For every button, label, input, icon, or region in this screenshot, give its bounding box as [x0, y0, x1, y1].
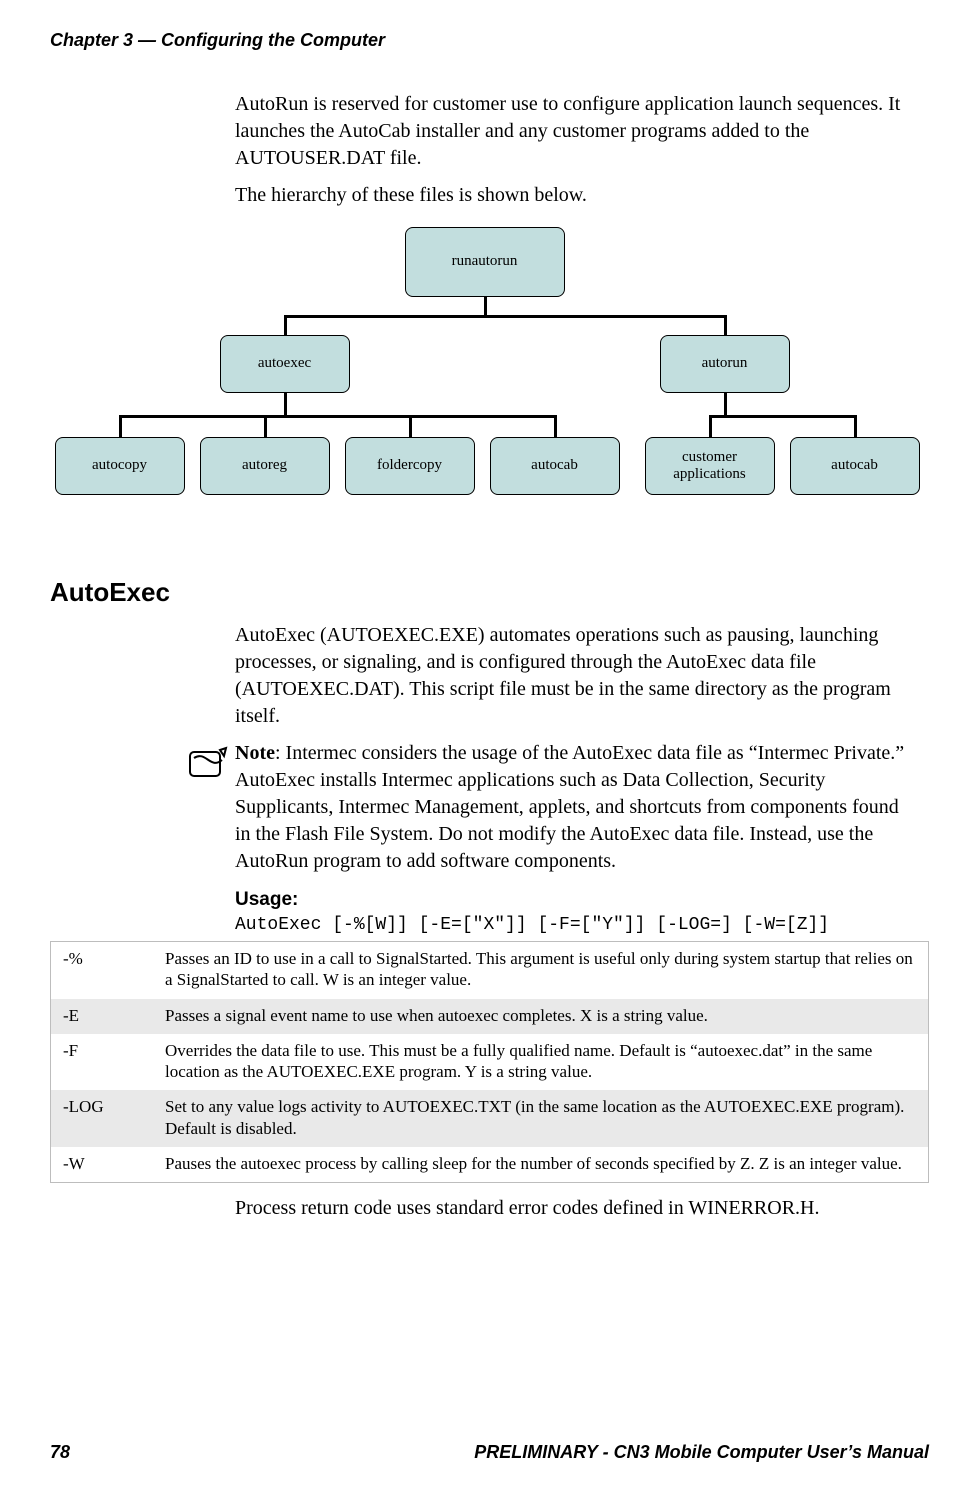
- param-desc: Passes an ID to use in a call to SignalS…: [153, 942, 929, 999]
- param-desc: Overrides the data file to use. This mus…: [153, 1034, 929, 1091]
- section-heading-autoexec: AutoExec: [50, 577, 929, 608]
- note-icon: [180, 740, 235, 780]
- node-autocopy: autocopy: [55, 437, 185, 495]
- table-row: -% Passes an ID to use in a call to Sign…: [51, 942, 929, 999]
- node-label: autocopy: [92, 457, 147, 474]
- node-autorun: autorun: [660, 335, 790, 393]
- after-table-paragraph: Process return code uses standard error …: [235, 1195, 909, 1222]
- node-label: applications: [673, 466, 745, 483]
- param-flag: -E: [51, 999, 154, 1034]
- param-flag: -%: [51, 942, 154, 999]
- usage-code: AutoExec [-%[W]] [-E=["X"]] [-F=["Y"]] […: [235, 915, 909, 935]
- note-text: Note: Intermec considers the usage of th…: [235, 740, 909, 875]
- node-label: customer: [682, 449, 737, 466]
- table-row: -W Pauses the autoexec process by callin…: [51, 1147, 929, 1183]
- note-body: : Intermec considers the usage of the Au…: [235, 742, 904, 872]
- intro-paragraph-2: The hierarchy of these files is shown be…: [235, 182, 909, 209]
- param-desc: Passes a signal event name to use when a…: [153, 999, 929, 1034]
- node-label: autorun: [702, 355, 748, 372]
- hierarchy-diagram: runautorun autoexec autorun autocopy aut…: [55, 227, 925, 527]
- autoexec-paragraph: AutoExec (AUTOEXEC.EXE) automates operat…: [235, 622, 909, 730]
- node-autoreg: autoreg: [200, 437, 330, 495]
- node-label: foldercopy: [377, 457, 442, 474]
- param-flag: -W: [51, 1147, 154, 1183]
- param-desc: Set to any value logs activity to AUTOEX…: [153, 1090, 929, 1147]
- param-flag: -F: [51, 1034, 154, 1091]
- node-label: autoreg: [242, 457, 287, 474]
- running-header: Chapter 3 — Configuring the Computer: [50, 30, 929, 51]
- page-number: 78: [50, 1442, 70, 1463]
- node-label: autoexec: [258, 355, 311, 372]
- params-table: -% Passes an ID to use in a call to Sign…: [50, 941, 929, 1183]
- note-label: Note: [235, 742, 275, 764]
- intro-paragraph-1: AutoRun is reserved for customer use to …: [235, 91, 909, 172]
- table-row: -F Overrides the data file to use. This …: [51, 1034, 929, 1091]
- node-runautorun: runautorun: [405, 227, 565, 297]
- footer-title: PRELIMINARY - CN3 Mobile Computer User’s…: [474, 1442, 929, 1463]
- node-label: autocab: [531, 457, 578, 474]
- table-row: -LOG Set to any value logs activity to A…: [51, 1090, 929, 1147]
- node-label: runautorun: [452, 253, 518, 270]
- node-label: autocab: [831, 457, 878, 474]
- node-foldercopy: foldercopy: [345, 437, 475, 495]
- param-flag: -LOG: [51, 1090, 154, 1147]
- param-desc: Pauses the autoexec process by calling s…: [153, 1147, 929, 1183]
- usage-heading: Usage:: [235, 889, 929, 911]
- table-row: -E Passes a signal event name to use whe…: [51, 999, 929, 1034]
- node-autoexec: autoexec: [220, 335, 350, 393]
- node-autocab-left: autocab: [490, 437, 620, 495]
- node-customer-applications: customer applications: [645, 437, 775, 495]
- node-autocab-right: autocab: [790, 437, 920, 495]
